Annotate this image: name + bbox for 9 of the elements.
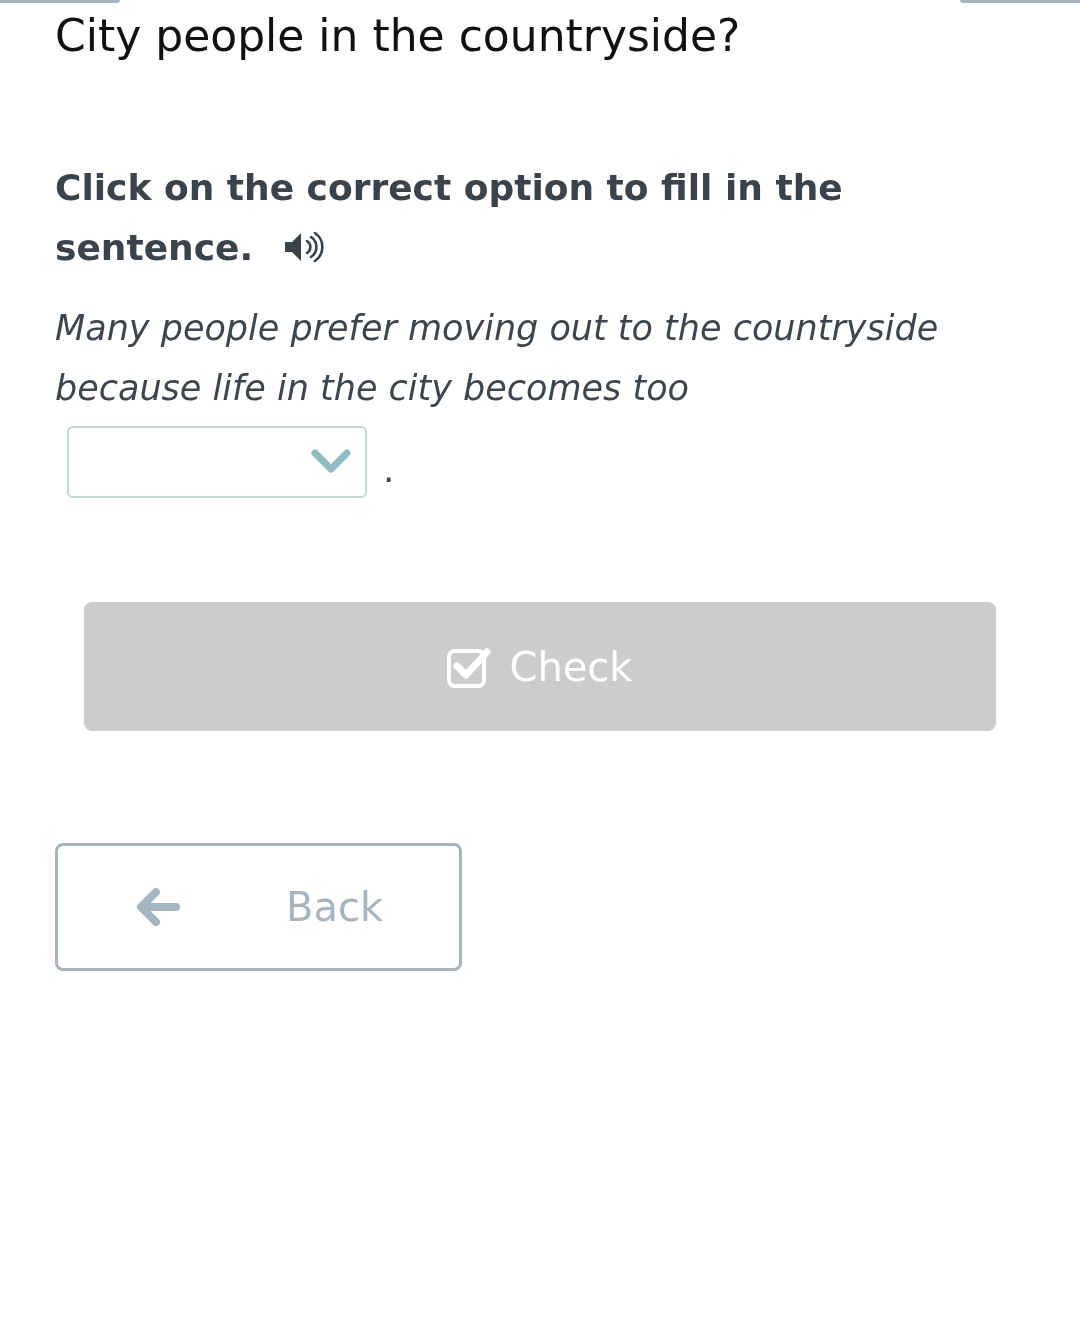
chevron-icon bbox=[311, 449, 351, 475]
page-title: City people in the countryside? bbox=[55, 9, 742, 63]
back-button[interactable]: Back bbox=[55, 843, 462, 971]
sentence-text: Many people prefer moving out to the countryside because life in the city becomes too bbox=[55, 307, 940, 410]
arrow-left-icon bbox=[136, 888, 180, 926]
sentence-end: . bbox=[383, 450, 395, 490]
instruction-text: Click on the correct option to fill in the sentence. bbox=[55, 166, 844, 270]
checkbox-icon bbox=[447, 645, 492, 688]
speaker-icon[interactable] bbox=[283, 230, 326, 264]
